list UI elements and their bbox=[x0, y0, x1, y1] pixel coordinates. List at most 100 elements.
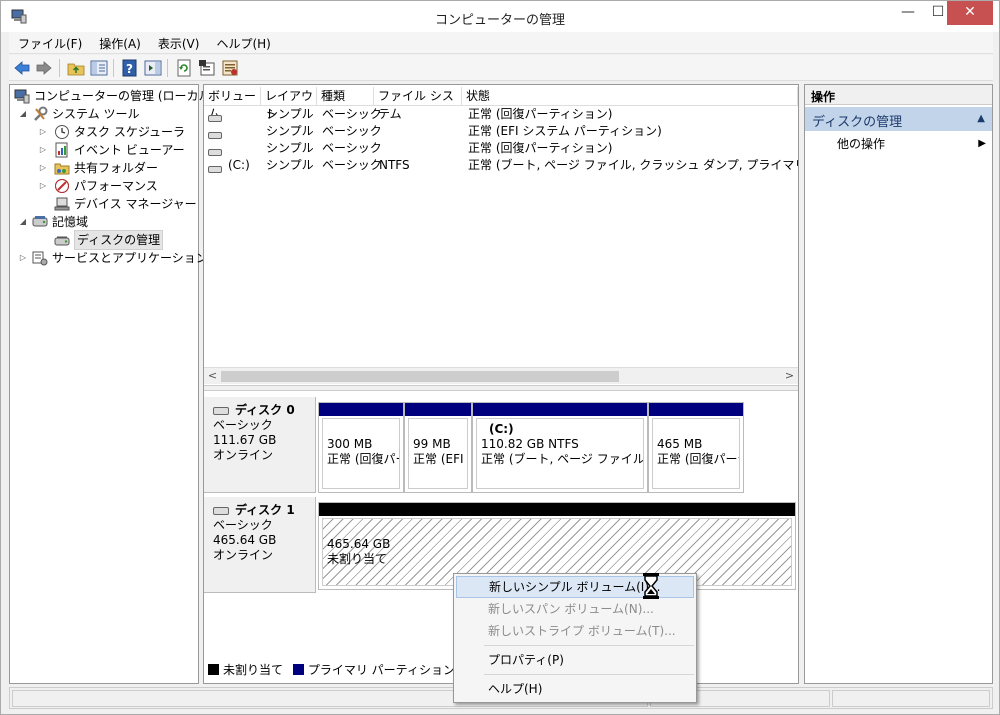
export-icon[interactable] bbox=[221, 59, 239, 77]
menu-action[interactable]: 操作(A) bbox=[90, 32, 149, 52]
tree-item-services-apps[interactable]: ▷ サービスとアプリケーション bbox=[18, 249, 208, 267]
table-row[interactable]: シンプル ベーシック 正常 (EFI システム パーティション) bbox=[204, 123, 798, 140]
tree-item-disk-management[interactable]: ディスクの管理 bbox=[54, 230, 198, 250]
menu-item-new-striped-volume[interactable]: 新しいストライプ ボリューム(T)... bbox=[456, 620, 694, 642]
partition-state: 正常 (回復パーテ bbox=[657, 452, 739, 466]
menu-separator bbox=[484, 674, 694, 675]
disk-status: オンライン bbox=[213, 448, 274, 462]
tree-item-label: コンピューターの管理 (ローカル) bbox=[34, 89, 216, 103]
partition-recovery-1[interactable]: 300 MB 正常 (回復パーティ bbox=[318, 402, 404, 493]
tree-item-performance[interactable]: ▷ パフォーマンス bbox=[38, 177, 198, 195]
properties-icon[interactable] bbox=[198, 59, 216, 77]
partition-details: 99 MB 正常 (EFI bbox=[408, 418, 468, 489]
scroll-left-arrow[interactable]: < bbox=[204, 368, 221, 385]
menu-file[interactable]: ファイル(F) bbox=[9, 32, 90, 52]
partition-size: 110.82 GB NTFS bbox=[481, 437, 579, 451]
collapsed-arrow-icon[interactable]: ▷ bbox=[18, 249, 28, 267]
disk-icon bbox=[213, 506, 229, 515]
partition-color-bar bbox=[405, 403, 471, 416]
device-manager-icon bbox=[54, 197, 70, 211]
action-group-disk-management[interactable]: ディスクの管理 ▲ bbox=[805, 107, 992, 131]
tree-item-system-tools[interactable]: ◢ システム ツール bbox=[18, 105, 198, 123]
help-icon[interactable]: ? bbox=[121, 59, 139, 77]
tree-item-device-manager[interactable]: デバイス マネージャー bbox=[54, 195, 198, 213]
actions-pane: 操作 ディスクの管理 ▲ 他の操作 ▶ bbox=[804, 84, 993, 684]
disk-icon bbox=[213, 406, 229, 415]
collapse-triangle-icon[interactable]: ▲ bbox=[977, 113, 985, 124]
legend-swatch-unallocated bbox=[208, 664, 219, 675]
up-folder-icon[interactable] bbox=[67, 59, 85, 77]
show-hide-action-pane-icon[interactable] bbox=[144, 59, 162, 77]
table-cell: シンプル bbox=[266, 124, 314, 138]
menu-view[interactable]: 表示(V) bbox=[149, 32, 208, 52]
partition-details: 465 MB 正常 (回復パーテ bbox=[652, 418, 740, 489]
refresh-icon[interactable] bbox=[175, 59, 193, 77]
collapsed-arrow-icon[interactable]: ▷ bbox=[38, 123, 48, 141]
expanded-arrow-icon[interactable]: ◢ bbox=[18, 105, 28, 123]
menu-item-properties[interactable]: プロパティ(P) bbox=[456, 649, 694, 671]
menu-help[interactable]: ヘルプ(H) bbox=[207, 32, 278, 52]
column-header-filesystem[interactable]: ファイル システム bbox=[374, 87, 462, 121]
partition-title bbox=[657, 422, 739, 437]
column-header-volume[interactable]: ボリューム bbox=[204, 87, 261, 121]
shared-folder-icon bbox=[54, 163, 70, 175]
tree-item-shared-folders[interactable]: ▷ 共有フォルダー bbox=[38, 159, 198, 177]
computer-management-icon bbox=[14, 89, 30, 104]
partition-spacer bbox=[327, 522, 791, 537]
partition-recovery-2[interactable]: 465 MB 正常 (回復パーテ bbox=[648, 402, 744, 493]
table-row[interactable]: シンプル ベーシック 正常 (回復パーティション) bbox=[204, 106, 798, 123]
disk-0-label[interactable]: ディスク 0 ベーシック 111.67 GB オンライン bbox=[204, 397, 316, 493]
disk-management-icon bbox=[54, 236, 70, 246]
forward-arrow-icon[interactable] bbox=[35, 59, 53, 77]
partition-size: 99 MB bbox=[413, 437, 451, 451]
tree-item-label: パフォーマンス bbox=[74, 179, 158, 193]
tree-item-computer-management[interactable]: コンピューターの管理 (ローカル) bbox=[14, 87, 215, 105]
table-cell: ベーシック bbox=[322, 107, 382, 121]
menu-item-help[interactable]: ヘルプ(H) bbox=[456, 678, 694, 700]
collapsed-arrow-icon[interactable]: ▷ bbox=[38, 141, 48, 159]
scroll-right-arrow[interactable]: > bbox=[781, 368, 798, 385]
table-cell: ベーシック bbox=[322, 158, 382, 172]
storage-icon bbox=[32, 216, 48, 227]
table-cell: ベーシック bbox=[322, 124, 382, 138]
collapsed-arrow-icon[interactable]: ▷ bbox=[38, 159, 48, 177]
partition-color-bar bbox=[649, 403, 743, 416]
column-header-layout[interactable]: レイアウト bbox=[261, 87, 317, 121]
table-row[interactable]: (C:) シンプル ベーシック NTFS 正常 (ブート, ページ ファイル, … bbox=[204, 157, 798, 174]
partition-c-drive[interactable]: (C:) 110.82 GB NTFS 正常 (ブート, ページ ファイル, ク… bbox=[472, 402, 648, 493]
app-window: コンピューターの管理 — ☐ ✕ ファイル(F) 操作(A) 表示(V) ヘルプ… bbox=[0, 0, 1000, 715]
column-header-type[interactable]: 種類 bbox=[317, 87, 374, 106]
partition-state: 正常 (ブート, ページ ファイル, クラ bbox=[481, 452, 644, 466]
collapsed-arrow-icon[interactable]: ▷ bbox=[38, 177, 48, 195]
minimize-button[interactable]: — bbox=[891, 1, 925, 25]
disk-status: オンライン bbox=[213, 548, 274, 562]
expanded-arrow-icon[interactable]: ◢ bbox=[18, 213, 28, 231]
table-cell: シンプル bbox=[266, 158, 314, 172]
tree-item-event-viewer[interactable]: ▷ イベント ビューアー bbox=[38, 141, 198, 159]
toolbar: ? bbox=[9, 55, 993, 81]
table-row[interactable]: シンプル ベーシック 正常 (回復パーティション) bbox=[204, 140, 798, 157]
show-hide-tree-icon[interactable] bbox=[90, 59, 108, 77]
back-arrow-icon[interactable] bbox=[13, 59, 31, 77]
volume-drive-icon bbox=[208, 161, 222, 178]
action-other[interactable]: 他の操作 ▶ bbox=[805, 135, 992, 153]
disk-1-label[interactable]: ディスク 1 ベーシック 465.64 GB オンライン bbox=[204, 497, 316, 593]
table-cell: ベーシック bbox=[322, 141, 382, 155]
partition-efi[interactable]: 99 MB 正常 (EFI bbox=[404, 402, 472, 493]
disk-type: ベーシック bbox=[213, 418, 273, 432]
tree-item-label: サービスとアプリケーション bbox=[52, 251, 208, 265]
disk-type: ベーシック bbox=[213, 518, 273, 532]
scrollbar-thumb[interactable] bbox=[221, 371, 619, 382]
tree-item-label: デバイス マネージャー bbox=[74, 197, 197, 211]
tree-item-storage[interactable]: ◢ 記憶域 bbox=[18, 213, 198, 231]
close-button[interactable]: ✕ bbox=[947, 1, 993, 25]
tree-item-label: 記憶域 bbox=[52, 215, 89, 229]
partition-color-bar bbox=[473, 403, 647, 416]
menu-item-new-spanned-volume[interactable]: 新しいスパン ボリューム(N)... bbox=[456, 598, 694, 620]
tree-item-task-scheduler[interactable]: ▷ タスク スケジューラ bbox=[38, 123, 198, 141]
horizontal-scrollbar[interactable]: < > bbox=[204, 367, 798, 384]
event-viewer-icon bbox=[55, 142, 68, 158]
disk-name: ディスク 1 bbox=[235, 503, 295, 517]
table-cell: 正常 (EFI システム パーティション) bbox=[468, 124, 662, 138]
column-header-status[interactable]: 状態 bbox=[462, 87, 798, 106]
